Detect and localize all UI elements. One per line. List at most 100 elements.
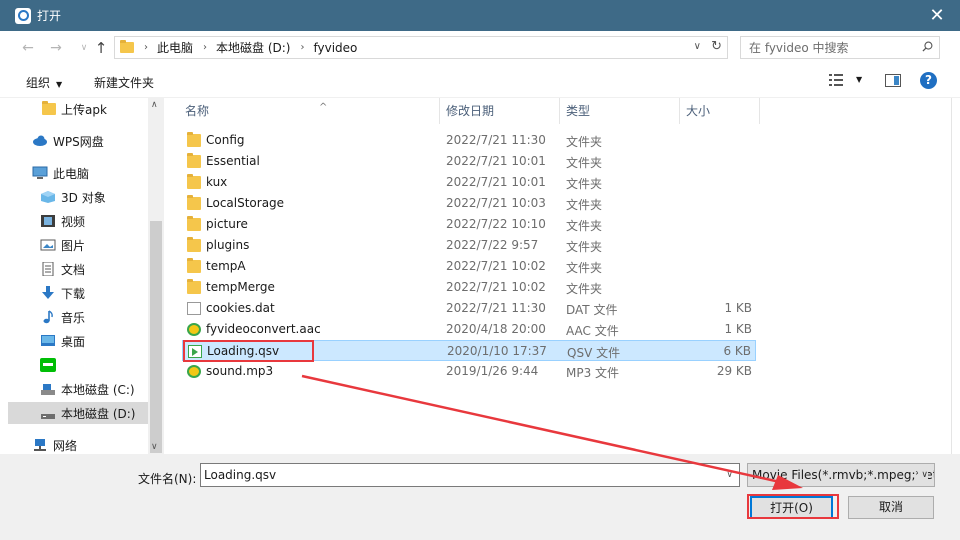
window-title: 打开 bbox=[37, 9, 62, 23]
sidebar-item-iqiyi[interactable] bbox=[8, 354, 148, 376]
cancel-button[interactable]: 取消 bbox=[848, 496, 934, 519]
table-row[interactable]: sound.mp3 2019/1/26 9:44 MP3 文件 29 KB bbox=[182, 361, 756, 382]
recent-locations-chevron-icon[interactable]: ∨ bbox=[76, 40, 92, 56]
sidebar-item-pictures[interactable]: 图片 bbox=[8, 234, 148, 256]
table-row[interactable]: picture 2022/7/22 10:10 文件夹 bbox=[182, 214, 756, 235]
sidebar-item-wps-cloud[interactable]: WPS网盘 bbox=[8, 130, 148, 152]
sidebar-item-label: WPS网盘 bbox=[53, 134, 104, 149]
sidebar-item-label: 音乐 bbox=[61, 310, 86, 325]
breadcrumb-drive-d[interactable]: 本地磁盘 (D:) bbox=[216, 39, 290, 56]
file-date: 2019/1/26 9:44 bbox=[446, 364, 539, 378]
help-icon[interactable]: ? bbox=[920, 72, 937, 89]
sidebar-item-label: 上传apk bbox=[61, 102, 107, 117]
sidebar-item-label: 文档 bbox=[61, 262, 86, 277]
drive-icon bbox=[41, 414, 55, 419]
file-type-select[interactable]: Movie Files(*.rmvb;*.mpeg;*.et ∨ bbox=[747, 463, 935, 487]
sidebar-item-videos[interactable]: 视频 bbox=[8, 210, 148, 232]
filename-value: Loading.qsv bbox=[204, 468, 277, 482]
table-row[interactable]: plugins 2022/7/22 9:57 文件夹 bbox=[182, 235, 756, 256]
file-type: 文件夹 bbox=[566, 219, 603, 233]
file-size: 6 KB bbox=[723, 344, 751, 358]
column-header-modified[interactable]: 修改日期 bbox=[440, 98, 560, 124]
camera-app-icon bbox=[15, 7, 31, 24]
sidebar-item-upload-apk[interactable]: 上传apk bbox=[8, 98, 148, 120]
table-row[interactable]: kux 2022/7/21 10:01 文件夹 bbox=[182, 172, 756, 193]
table-row[interactable]: Essential 2022/7/21 10:01 文件夹 bbox=[182, 151, 756, 172]
filename-label: 文件名(N): bbox=[138, 472, 197, 486]
file-type: 文件夹 bbox=[566, 240, 603, 254]
command-bar: 组织 ▼ 新建文件夹 ▼ ? bbox=[0, 64, 960, 98]
table-row[interactable]: tempMerge 2022/7/21 10:02 文件夹 bbox=[182, 277, 756, 298]
address-bar[interactable]: › 此电脑 › 本地磁盘 (D:) › fyvideo ∨ ↻ bbox=[114, 36, 728, 59]
file-type: MP3 文件 bbox=[566, 366, 620, 380]
iqiyi-icon bbox=[40, 358, 56, 372]
folder-icon bbox=[187, 258, 201, 273]
sidebar-item-downloads[interactable]: 下载 bbox=[8, 282, 148, 304]
filename-input[interactable]: Loading.qsv ∨ bbox=[200, 463, 740, 487]
scroll-up-icon[interactable]: ∧ bbox=[151, 100, 158, 110]
folder-icon bbox=[187, 174, 201, 189]
column-header-name[interactable]: 名称 ^ bbox=[179, 98, 440, 124]
preview-pane-icon[interactable] bbox=[885, 74, 901, 87]
view-options-icon[interactable] bbox=[829, 74, 843, 86]
search-input[interactable]: 在 fyvideo 中搜索 bbox=[740, 36, 940, 59]
sidebar-item-drive-d[interactable]: 本地磁盘 (D:) bbox=[8, 402, 148, 424]
sidebar-item-label: 3D 对象 bbox=[61, 190, 106, 205]
address-dropdown-icon[interactable]: ∨ bbox=[694, 41, 701, 52]
file-size: 1 KB bbox=[724, 322, 752, 336]
chevron-down-icon[interactable]: ∨ bbox=[918, 464, 928, 486]
file-date: 2022/7/21 10:01 bbox=[446, 154, 546, 168]
new-folder-button[interactable]: 新建文件夹 bbox=[94, 74, 154, 91]
address-row: ← → ∨ ↑ › 此电脑 › 本地磁盘 (D:) › fyvideo ∨ ↻ … bbox=[0, 31, 960, 64]
file-type: AAC 文件 bbox=[566, 324, 619, 338]
column-header-size[interactable]: 大小 bbox=[680, 98, 760, 124]
table-row[interactable]: Config 2022/7/21 11:30 文件夹 bbox=[182, 130, 756, 151]
file-date: 2022/7/22 9:57 bbox=[446, 238, 539, 252]
sidebar-item-label: 本地磁盘 (C:) bbox=[61, 382, 135, 397]
organize-menu[interactable]: 组织 ▼ bbox=[26, 74, 62, 91]
sidebar-item-this-pc[interactable]: 此电脑 bbox=[8, 162, 148, 184]
close-icon[interactable]: ✕ bbox=[926, 4, 948, 26]
sidebar-item-desktop[interactable]: 桌面 bbox=[8, 330, 148, 352]
table-row[interactable]: fyvideoconvert.aac 2020/4/18 20:00 AAC 文件 1… bbox=[182, 319, 756, 340]
forward-arrow-icon[interactable]: → bbox=[48, 40, 64, 56]
file-date: 2022/7/21 10:02 bbox=[446, 280, 546, 294]
breadcrumb-this-pc[interactable]: 此电脑 bbox=[157, 39, 193, 56]
file-name: cookies.dat bbox=[206, 301, 275, 315]
annotation-highlight-file bbox=[183, 340, 314, 362]
sidebar-item-documents[interactable]: 文档 bbox=[8, 258, 148, 280]
search-icon bbox=[922, 41, 933, 52]
file-name: Essential bbox=[206, 154, 260, 168]
table-row[interactable]: cookies.dat 2022/7/21 11:30 DAT 文件 1 KB bbox=[182, 298, 756, 319]
file-name: tempMerge bbox=[206, 280, 275, 294]
file-date: 2022/7/21 10:02 bbox=[446, 259, 546, 273]
drive-icon bbox=[41, 384, 55, 395]
chevron-down-icon[interactable]: ∨ bbox=[726, 464, 733, 486]
sidebar-item-3d-objects[interactable]: 3D 对象 bbox=[8, 186, 148, 208]
folder-icon bbox=[187, 195, 201, 210]
column-header-type[interactable]: 类型 bbox=[560, 98, 680, 124]
table-row[interactable]: tempA 2022/7/21 10:02 文件夹 bbox=[182, 256, 756, 277]
file-date: 2020/1/10 17:37 bbox=[447, 344, 547, 358]
sidebar-item-drive-c[interactable]: 本地磁盘 (C:) bbox=[8, 378, 148, 400]
sidebar-item-music[interactable]: 音乐 bbox=[8, 306, 148, 328]
file-type: 文件夹 bbox=[566, 156, 603, 170]
scrollbar-thumb[interactable] bbox=[150, 221, 162, 453]
file-type: 文件夹 bbox=[566, 135, 603, 149]
scroll-down-icon[interactable]: ∨ bbox=[151, 442, 158, 452]
sidebar-item-network[interactable]: 网络 bbox=[8, 434, 148, 456]
table-row[interactable]: LocalStorage 2022/7/21 10:03 文件夹 bbox=[182, 193, 756, 214]
file-type: 文件夹 bbox=[566, 282, 603, 296]
back-arrow-icon[interactable]: ← bbox=[20, 40, 36, 56]
up-arrow-icon[interactable]: ↑ bbox=[93, 40, 109, 56]
sidebar-scrollbar[interactable]: ∧ ∨ bbox=[148, 98, 164, 454]
file-size: 1 KB bbox=[724, 301, 752, 315]
breadcrumb-fyvideo[interactable]: fyvideo bbox=[313, 41, 357, 55]
sidebar-item-label: 图片 bbox=[61, 238, 86, 253]
view-dropdown-icon[interactable]: ▼ bbox=[856, 75, 862, 84]
3d-objects-icon bbox=[41, 191, 55, 203]
column-header-label: 名称 bbox=[185, 104, 210, 118]
file-type: QSV 文件 bbox=[567, 346, 621, 360]
refresh-icon[interactable]: ↻ bbox=[711, 39, 722, 54]
pictures-icon bbox=[40, 239, 56, 251]
